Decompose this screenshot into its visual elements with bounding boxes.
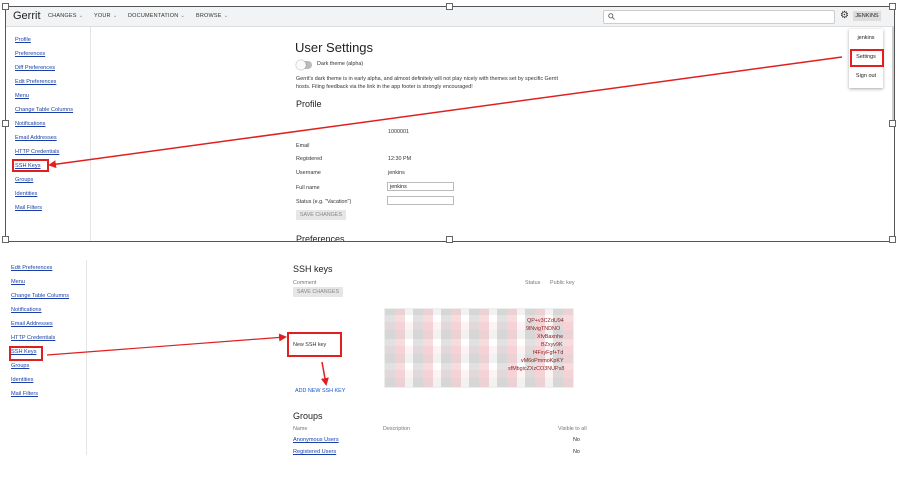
status-label: Status (e.g. "Vacation") [296,199,352,205]
username-label: Username [296,170,321,176]
sidebar-item-menu[interactable]: Menu [15,93,29,99]
public-key-fragment: 9lNvigTNDNO [526,326,561,332]
sidebar-item-email-addresses[interactable]: Email Addresses [15,135,57,141]
settings-window-top: Gerrit CHANGES ⌄ YOUR ⌄ DOCUMENTATION ⌄ BRO… [5,6,895,242]
search-input[interactable] [603,10,835,24]
resize-handle[interactable] [446,3,453,10]
resize-handle[interactable] [446,236,453,243]
resize-handle[interactable] [889,120,896,127]
settings-sidebar: Profile Preferences Diff Preferences Edi… [6,27,91,241]
dropdown-sign-out[interactable]: Sign out [849,73,883,79]
fullname-label: Full name [296,185,320,191]
public-key-fragment: f4FxyFgf+Td [533,350,564,356]
group-visible-value: No [573,437,580,443]
dark-theme-note-line1: Gerrit's dark theme is in early alpha, a… [296,76,558,82]
ssh-save-changes-button[interactable]: SAVE CHANGES [293,287,343,297]
save-changes-button[interactable]: SAVE CHANGES [296,210,346,220]
public-key-fragment: sfMbgicZXzCO3NUPs8 [508,366,565,372]
nav-browse[interactable]: BROWSE ⌄ [196,13,228,19]
resize-handle[interactable] [2,120,9,127]
sidebar-item-mail-filters[interactable]: Mail Filters [15,205,42,211]
sidebar-item-preferences[interactable]: Preferences [15,51,45,57]
resize-handle[interactable] [889,236,896,243]
dropdown-username: jenkins [857,35,875,41]
resize-handle[interactable] [889,3,896,10]
groups-heading: Groups [293,411,323,421]
public-key-column-header: Public key [550,280,575,286]
sidebar-item-http-credentials[interactable]: HTTP Credentials [15,149,59,155]
nav-documentation[interactable]: DOCUMENTATION ⌄ [128,13,185,19]
dark-theme-toggle[interactable] [296,60,312,70]
groups-description-header: Description [383,426,410,432]
nav-browse-label: BROWSE [196,13,222,19]
status-field[interactable] [387,196,454,205]
search-icon [608,13,615,20]
username-value: jenkins [388,170,405,176]
resize-handle[interactable] [2,3,9,10]
nav-documentation-label: DOCUMENTATION [128,13,179,19]
nav-changes-label: CHANGES [48,13,77,19]
sidebar-item-notifications[interactable]: Notifications [15,121,45,127]
sidebar-item-identities[interactable]: Identities [11,377,33,383]
resize-handle[interactable] [2,236,9,243]
chevron-down-icon: ⌄ [112,13,118,19]
top-app-bar: Gerrit CHANGES ⌄ YOUR ⌄ DOCUMENTATION ⌄ BRO… [6,7,894,27]
ssh-keys-highlight-box [9,346,43,361]
public-key-fragment: BZxyv9K [541,342,563,348]
account-id-value: 1000001 [388,129,409,135]
group-visible-value: No [573,449,580,455]
registered-value: 12:30 PM [388,156,412,162]
email-label: Email [296,143,310,149]
fullname-field[interactable]: jenkins [387,182,454,191]
sidebar-item-identities[interactable]: Identities [15,191,37,197]
group-link-registered-users[interactable]: Registered Users [293,449,336,455]
sidebar-item-edit-preferences[interactable]: Edit Preferences [11,265,52,271]
sidebar-item-menu[interactable]: Menu [11,279,25,285]
nav-changes[interactable]: CHANGES ⌄ [48,13,83,19]
comment-column-header: Comment [293,280,317,286]
gerrit-logo[interactable]: Gerrit [13,10,41,22]
sidebar-item-http-credentials[interactable]: HTTP Credentials [11,335,55,341]
chevron-down-icon: ⌄ [180,13,186,19]
ssh-keys-heading: SSH keys [293,264,333,274]
sidebar-item-change-table-columns[interactable]: Change Table Columns [11,293,69,299]
groups-name-header: Name [293,426,308,432]
nav-your-label: YOUR [94,13,111,19]
public-key-fragment: QP+v3CZdU94 [527,318,564,324]
profile-heading: Profile [296,99,322,109]
sidebar-item-email-addresses[interactable]: Email Addresses [11,321,53,327]
page-title: User Settings [295,40,374,55]
sidebar-item-change-table-columns[interactable]: Change Table Columns [15,107,73,113]
sidebar-item-groups[interactable]: Groups [15,177,33,183]
sidebar-item-mail-filters[interactable]: Mail Filters [11,391,38,397]
sidebar-item-edit-preferences[interactable]: Edit Preferences [15,79,56,85]
groups-visible-header: Visible to all [558,426,587,432]
chevron-down-icon: ⌄ [223,13,229,19]
sidebar-item-diff-preferences[interactable]: Diff Preferences [15,65,55,71]
sidebar-item-groups[interactable]: Groups [11,363,29,369]
public-key-fragment: vM6oPmmoKpKY [521,358,564,364]
gear-icon[interactable]: ⚙ [840,10,849,22]
status-column-header: Status [525,280,541,286]
preferences-heading: Preferences [296,234,345,242]
public-key-fragment: XfvBaxnhe [537,334,564,340]
sidebar-item-profile[interactable]: Profile [15,37,31,43]
scrollbar[interactable] [892,27,894,127]
group-link-anonymous-users[interactable]: Anonymous Users [293,437,339,443]
nav-your[interactable]: YOUR ⌄ [94,13,118,19]
settings-highlight-box [850,49,884,67]
sidebar-item-notifications[interactable]: Notifications [11,307,41,313]
registered-label: Registered [296,156,323,162]
add-new-ssh-key-button[interactable]: ADD NEW SSH KEY [295,388,345,394]
chevron-down-icon: ⌄ [78,13,84,19]
ssh-keys-highlight-box [12,159,49,172]
new-ssh-key-field[interactable]: New SSH key [293,342,326,348]
dark-theme-note-line2: hosts. Filing feedback via the link in t… [296,84,473,90]
dark-theme-label: Dark theme (alpha) [317,61,364,67]
account-button[interactable]: JENKINS [853,11,881,21]
